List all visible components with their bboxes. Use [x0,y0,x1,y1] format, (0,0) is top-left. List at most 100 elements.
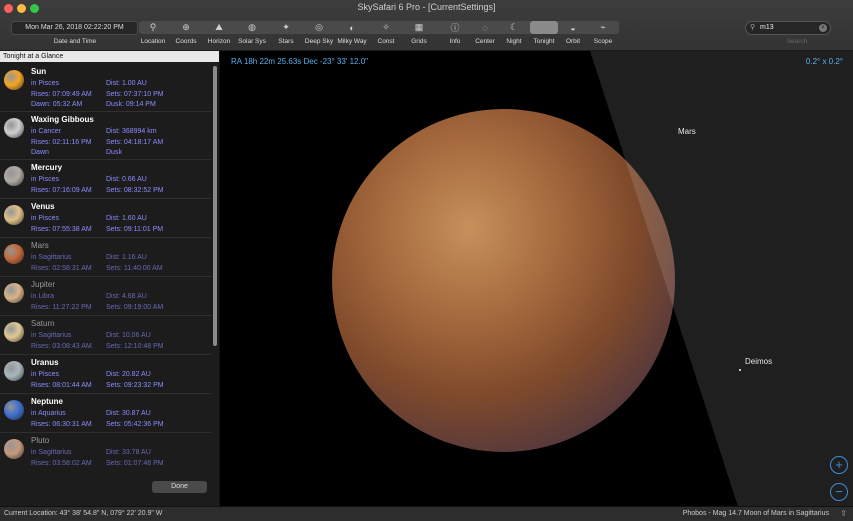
list-item[interactable]: Venus in Pisces Dist: 1.60 AU Rises: 07:55:… [0,199,211,238]
list-item-rises: Rises: 03:08:43 AM [31,343,92,350]
coordinates-readout: RA 18h 22m 25.63s Dec -23° 33' 12.0" [231,57,368,66]
object-list[interactable]: Sun in Pisces Dist: 1.00 AU Rises: 07:09:49… [0,64,211,470]
list-item-in: in Pisces [31,80,60,87]
datetime-label: Date and Time [53,38,97,45]
list-item-rises: Rises: 06:30:31 AM [31,421,92,428]
mercury-icon [4,166,24,186]
sky-view[interactable]: RA 18h 22m 25.63s Dec -23° 33' 12.0" 0.2… [220,51,853,506]
coords-globe-icon[interactable]: ⊕ [173,21,199,34]
neptune-icon [4,400,24,420]
field-of-view-readout: 0.2° x 0.2° [805,57,843,66]
list-item-name: Sun [31,67,47,76]
list-item[interactable]: Jupiter in Libra Dist: 4.68 AU Rises: 11:27… [0,277,211,316]
sidebar-scrollbar[interactable] [213,66,217,346]
list-item-rises: Rises: 07:55:38 AM [31,226,92,233]
mars-label[interactable]: Mars [678,127,696,136]
list-item-dist: Dist: 10.06 AU [106,332,151,339]
list-item-dawn: Dawn: 05:32 AM [31,101,83,108]
share-icon[interactable]: ⇪ [840,509,847,518]
list-item-dist: Dist: 33.78 AU [106,449,151,456]
list-item-dist: Dist: 0.66 AU [106,176,147,183]
window-title: SkySafari 6 Pro - [CurrentSettings] [357,2,496,12]
done-button[interactable]: Done [152,481,207,493]
orbit-icon[interactable]: ◒ [560,21,586,34]
solar-system-icon[interactable]: ◍ [239,21,265,34]
search-input[interactable]: ⚲ m13 × [745,21,831,35]
list-item-sets: Sets: 09:11:01 PM [106,226,164,233]
list-item-in: in Pisces [31,371,60,378]
current-location-text: Current Location: 43° 38' 54.8" N, 079° … [4,510,163,517]
list-item-rises: Rises: 11:27:22 PM [31,304,92,311]
venus-icon [4,205,24,225]
list-item-sets: Sets: 08:32:52 PM [106,187,164,194]
datetime-field[interactable]: Mon Mar 26, 2018 02:22:20 PM [11,21,138,35]
list-item-in: in Libra [31,293,54,300]
search-icon: ⚲ [750,24,756,31]
horizon-icon[interactable]: ⛰ [206,21,232,34]
list-item[interactable]: Mercury in Pisces Dist: 0.66 AU Rises: 07:1… [0,160,211,199]
list-item-name: Jupiter [31,280,56,289]
search-text: m13 [760,24,774,31]
title-bar: SkySafari 6 Pro - [CurrentSettings] Mon … [0,0,853,51]
saturn-icon [4,322,24,342]
list-item-dist: Dist: 4.68 AU [106,293,147,300]
list-item-sets: Sets: 12:10:48 PM [106,343,164,350]
app-window: SkySafari 6 Pro - [CurrentSettings] Mon … [0,0,853,521]
list-item-name: Saturn [31,319,55,328]
list-item-name: Neptune [31,397,63,406]
list-item[interactable]: Mars in Sagittarius Dist: 1.16 AU Rises: 02… [0,238,211,277]
list-item-name: Uranus [31,358,59,367]
list-item-in: in Pisces [31,215,60,222]
list-item-name: Waxing Gibbous [31,115,94,124]
list-item-sets: Sets: 04:18:17 AM [106,139,164,146]
list-item-rises: Rises: 08:01:44 AM [31,382,92,389]
list-item-dawn: Dawn [31,149,49,156]
list-item-sets: Sets: 09:19:00 AM [106,304,164,311]
sun-icon [4,70,24,90]
toolbar-label-scope[interactable]: Scope [579,38,627,45]
center-icon[interactable]: ◌ [472,21,498,34]
constellation-icon[interactable]: ✧ [373,21,399,34]
list-item-dist: Dist: 368994 km [106,128,157,135]
galaxy-icon[interactable]: ◎ [306,21,332,34]
list-item[interactable]: Uranus in Pisces Dist: 20.82 AU Rises: 08:0… [0,355,211,394]
zoom-in-button[interactable]: + [830,456,848,474]
info-icon[interactable]: ⓘ [442,21,468,34]
telescope-icon[interactable]: ⌁ [590,21,616,34]
list-item[interactable]: Neptune in Aquarius Dist: 30.87 AU Rises: 0… [0,394,211,433]
list-item-in: in Aquarius [31,410,66,417]
tonight-icon[interactable] [531,21,557,34]
stars-icon[interactable]: ✦ [273,21,299,34]
list-item-name: Pluto [31,436,50,445]
zoom-out-button[interactable]: − [830,483,848,501]
mars-icon [4,244,24,264]
sidebar-header: Tonight at a Glance [0,51,219,62]
list-item-sets: Sets: 09:23:32 PM [106,382,164,389]
night-moon-icon[interactable]: ☾ [501,21,527,34]
list-item-dist: Dist: 1.60 AU [106,215,147,222]
mars-planet-image[interactable] [332,109,675,452]
list-item-rises: Rises: 07:09:49 AM [31,91,92,98]
clear-search-icon[interactable]: × [819,24,827,32]
list-item-name: Mercury [31,163,63,172]
list-item[interactable]: Waxing Gibbous in Cancer Dist: 368994 km Ri… [0,112,211,160]
list-item[interactable]: Sun in Pisces Dist: 1.00 AU Rises: 07:09:49… [0,64,211,112]
list-item-sets: Sets: 11:40:00 AM [106,265,163,272]
list-item[interactable]: Saturn in Sagittarius Dist: 10.06 AU Rises:… [0,316,211,355]
list-item[interactable]: Pluto in Sagittarius Dist: 33.78 AU Rises: … [0,433,211,470]
location-pin-icon[interactable]: ⚲ [140,21,166,34]
tonight-sidebar: Tonight at a Glance Sun in Pisces Dist: 1.… [0,51,220,506]
list-item-in: in Pisces [31,176,60,183]
list-item-dusk: Dusk: 09:14 PM [106,101,156,108]
milky-way-icon[interactable]: ◐ [339,21,365,34]
list-item-name: Venus [31,202,55,211]
list-item-dusk: Dusk [106,149,122,156]
list-item-dist: Dist: 30.87 AU [106,410,151,417]
uranus-icon [4,361,24,381]
deimos-marker[interactable] [739,369,741,371]
list-item-dist: Dist: 20.82 AU [106,371,151,378]
deimos-label[interactable]: Deimos [745,357,772,366]
search-label: Search [786,38,808,45]
grid-icon[interactable]: ▦ [406,21,432,34]
status-bar: Current Location: 43° 38' 54.8" N, 079° … [0,506,853,521]
